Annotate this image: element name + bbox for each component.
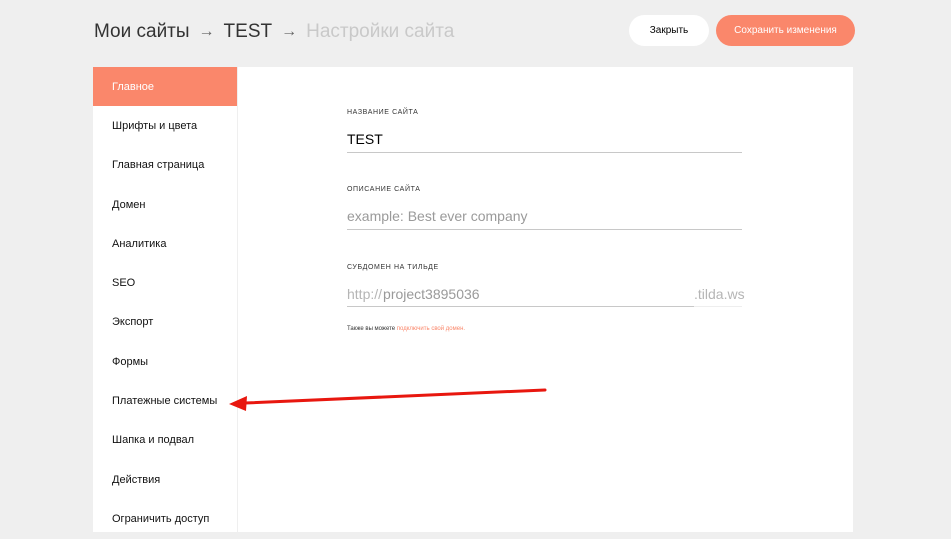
sidebar-item-payment-systems[interactable]: Платежные системы [93, 381, 237, 420]
breadcrumb: Мои сайты → TEST → Настройки сайта [94, 18, 454, 46]
subdomain-label: СУБДОМЕН НА ТИЛЬДЕ [347, 264, 439, 271]
sidebar-item-analytics[interactable]: Аналитика [93, 224, 237, 263]
breadcrumb-site[interactable]: TEST [224, 21, 273, 43]
site-name-label: НАЗВАНИЕ САЙТА [347, 109, 419, 116]
sidebar-item-main[interactable]: Главное [93, 67, 237, 107]
sidebar-item-domain[interactable]: Домен [93, 185, 237, 224]
sidebar-item-fonts-colors[interactable]: Шрифты и цвета [93, 106, 237, 145]
breadcrumb-my-sites[interactable]: Мои сайты [94, 21, 190, 43]
sidebar-item-home-page[interactable]: Главная страница [93, 146, 237, 185]
save-button[interactable]: Сохранить изменения [716, 15, 855, 46]
domain-hint: Также вы можете подключить свой домен. [347, 326, 465, 332]
breadcrumb-arrow-2: → [281, 23, 298, 40]
subdomain-suffix: .tilda.ws [694, 281, 745, 307]
site-description-label: ОПИСАНИЕ САЙТА [347, 186, 421, 193]
site-name-input[interactable]: TEST [347, 126, 742, 153]
sidebar-item-seo[interactable]: SEO [93, 263, 237, 302]
domain-hint-text: Также вы можете [347, 326, 397, 332]
sidebar-item-export[interactable]: Экспорт [93, 303, 237, 342]
connect-domain-link[interactable]: подключить свой домен. [397, 326, 465, 332]
site-description-field: ОПИСАНИЕ САЙТА example: Best ever compan… [347, 186, 742, 230]
subdomain-input[interactable]: http:// project3895036 [347, 281, 694, 307]
breadcrumb-current: Настройки сайта [306, 21, 455, 42]
site-description-input[interactable]: example: Best ever company [347, 203, 742, 230]
sidebar-item-header-footer[interactable]: Шапка и подвал [93, 421, 237, 460]
breadcrumb-arrow-1: → [198, 23, 215, 40]
settings-panel: НАЗВАНИЕ САЙТА TEST ОПИСАНИЕ САЙТА examp… [238, 67, 853, 532]
site-name-field: НАЗВАНИЕ САЙТА TEST [347, 109, 742, 153]
sidebar-item-actions[interactable]: Действия [93, 460, 237, 499]
subdomain-row: http:// project3895036 .tilda.ws [347, 281, 745, 307]
settings-sidebar: Главное Шрифты и цвета Главная страница … [93, 67, 237, 532]
sidebar-item-forms[interactable]: Формы [93, 342, 237, 381]
close-button[interactable]: Закрыть [629, 15, 709, 46]
subdomain-value: project3895036 [383, 285, 480, 302]
sidebar-item-restrict-access[interactable]: Ограничить доступ [93, 499, 237, 538]
subdomain-protocol: http:// [347, 285, 383, 302]
subdomain-field: СУБДОМЕН НА ТИЛЬДЕ http:// project389503… [347, 264, 745, 307]
